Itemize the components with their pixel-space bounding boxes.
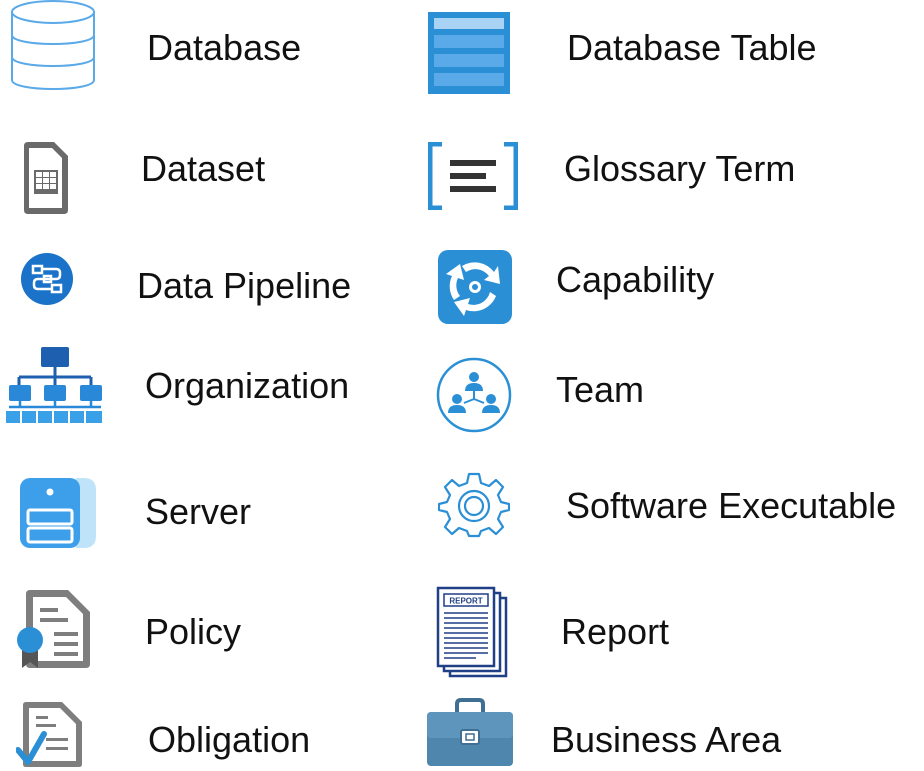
legend-label-capability: Capability — [556, 259, 715, 300]
legend-label-server: Server — [145, 491, 252, 532]
legend-label-team: Team — [556, 369, 645, 410]
business-area-icon — [427, 698, 513, 768]
report-icon-text: REPORT — [449, 597, 482, 606]
legend-label-business-area: Business Area — [551, 719, 782, 760]
data-pipeline-icon — [20, 252, 74, 306]
legend-label-software-executable: Software Executable — [566, 485, 897, 526]
legend-label-database: Database — [147, 27, 302, 68]
server-icon — [20, 478, 98, 548]
capability-icon — [438, 250, 512, 324]
obligation-icon — [16, 700, 88, 768]
software-executable-icon — [438, 472, 510, 538]
legend-label-report: Report — [561, 611, 670, 652]
legend-label-glossary-term: Glossary Term — [564, 148, 796, 189]
legend-label-obligation: Obligation — [148, 719, 311, 760]
legend-label-policy: Policy — [145, 611, 242, 652]
organization-icon — [5, 345, 105, 425]
team-icon — [430, 355, 518, 435]
legend-label-organization: Organization — [145, 365, 350, 406]
legend-label-data-pipeline: Data Pipeline — [137, 265, 352, 306]
database-table-icon — [428, 12, 510, 94]
dataset-icon — [22, 140, 70, 216]
glossary-term-icon — [428, 142, 518, 210]
legend-label-dataset: Dataset — [141, 148, 266, 189]
policy-icon — [16, 588, 94, 670]
database-icon — [10, 0, 96, 92]
report-icon: REPORT — [436, 586, 508, 678]
legend-label-database-table: Database Table — [567, 27, 817, 68]
